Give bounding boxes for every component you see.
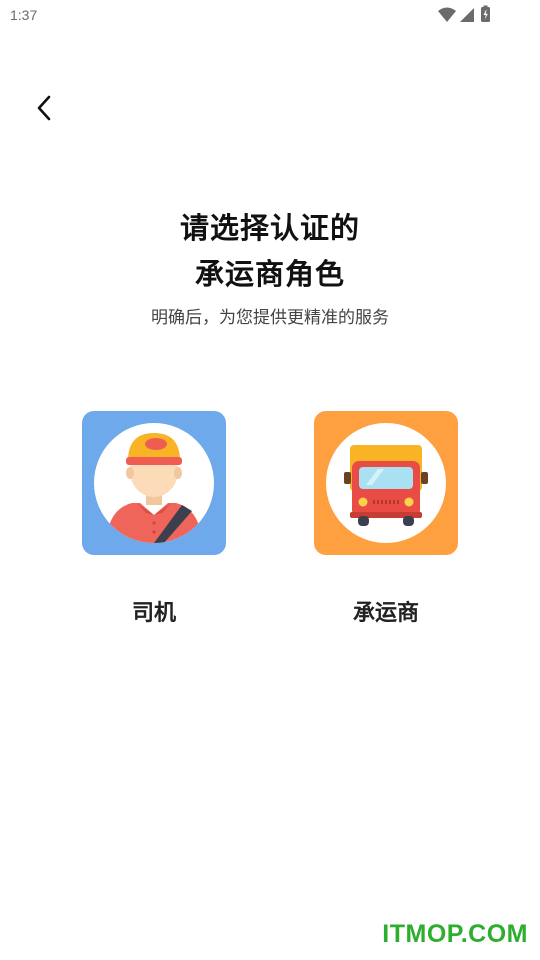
signal-icon — [460, 8, 474, 22]
back-button[interactable] — [24, 88, 64, 128]
carrier-role-label[interactable]: 承运商 — [314, 595, 458, 627]
watermark: ITMOP.COM — [382, 920, 528, 948]
driver-role-card[interactable] — [82, 411, 226, 555]
battery-icon — [481, 5, 490, 22]
chevron-left-icon — [37, 95, 51, 121]
truck-icon — [326, 423, 446, 543]
driver-role-label[interactable]: 司机 — [82, 595, 226, 627]
page-title: 请选择认证的 承运商角色 — [0, 205, 540, 297]
status-icons — [436, 5, 506, 25]
wifi-icon — [438, 7, 456, 22]
status-time: 1:37 — [10, 7, 38, 23]
carrier-role-card[interactable] — [314, 411, 458, 555]
page-subtitle: 明确后，为您提供更精准的服务 — [151, 308, 389, 328]
page-title-line-1: 请选择认证的 — [179, 211, 360, 245]
status-bar: 1:37 — [0, 0, 540, 32]
driver-avatar-icon — [94, 423, 214, 543]
role-selection-screen: 1:37 请选择认证的 承运商角色 明确后，为您提供更精准的服务 司机 承运商 … — [0, 0, 540, 960]
page-title-line-2: 承运商角色 — [194, 257, 345, 291]
